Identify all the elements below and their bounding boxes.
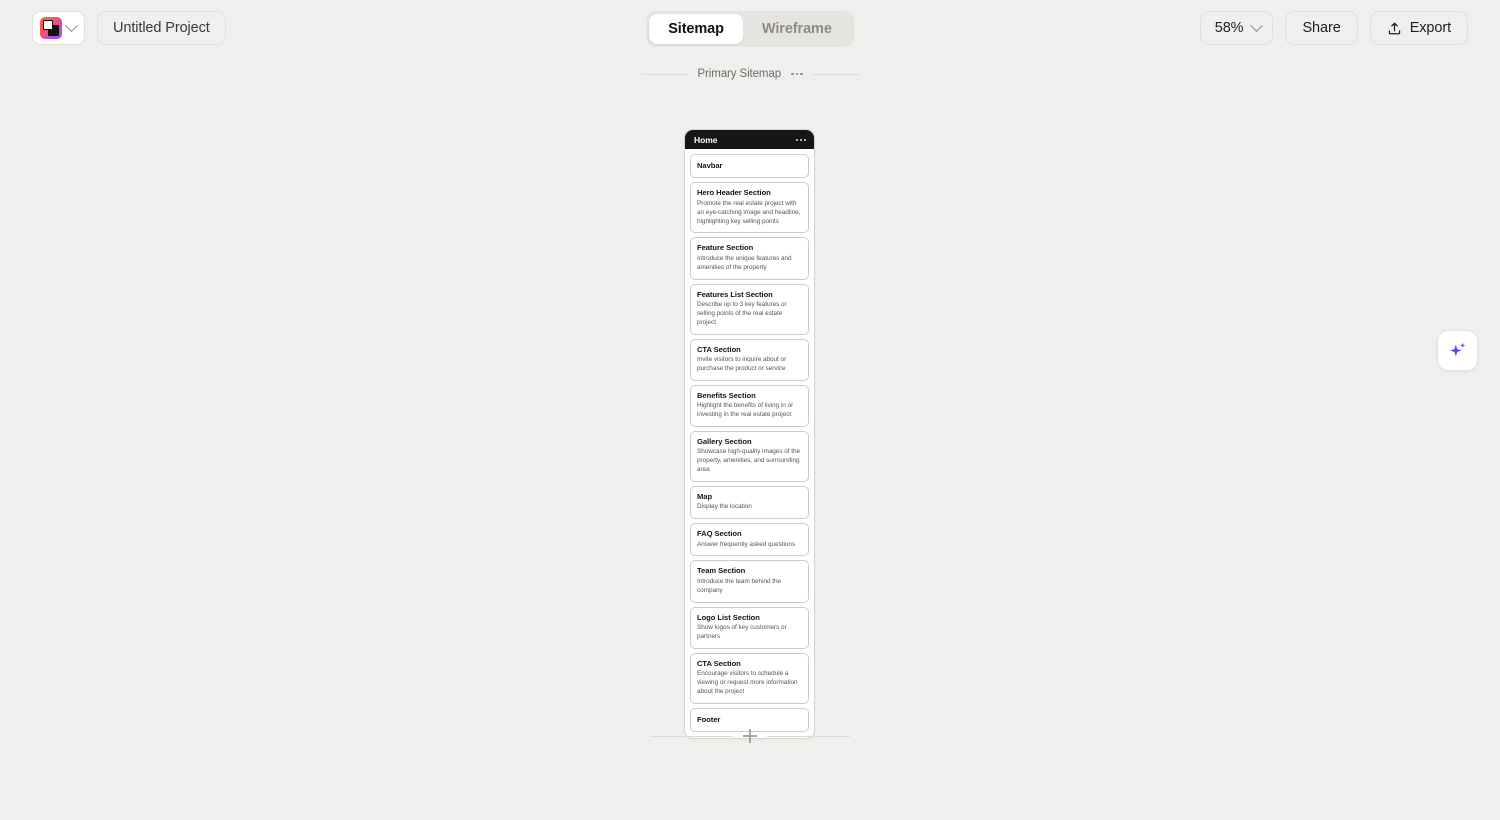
section-card-description: Describe up to 3 key features or selling…: [697, 301, 787, 326]
section-card[interactable]: FAQ Section Answer frequently asked quest…: [690, 523, 809, 557]
section-card[interactable]: CTA Section Invite visitors to inquire ab…: [690, 338, 809, 381]
section-card-description: Show logos of key customers or partners: [697, 624, 787, 640]
section-card[interactable]: Benefits Section Highlight the benefits o…: [690, 384, 809, 427]
divider-left: [641, 73, 688, 75]
page-card-home[interactable]: Home Navbar Hero Header Section Promote th…: [684, 129, 815, 740]
section-card[interactable]: Hero Header Section Promote the real esta…: [690, 182, 809, 234]
tab-sitemap-label: Sitemap: [668, 21, 724, 37]
section-card-title: Logo List Section: [697, 612, 760, 622]
more-horizontal-icon[interactable]: [796, 137, 806, 143]
section-card-description: Answer frequently asked questions: [697, 540, 796, 548]
section-card-title: Map: [697, 491, 713, 501]
view-mode-switch: Sitemap Wireframe: [646, 11, 854, 47]
plus-icon[interactable]: [743, 729, 757, 743]
section-card-title: Gallery Section: [697, 436, 752, 446]
more-horizontal-icon[interactable]: [791, 71, 803, 78]
ai-assistant-button[interactable]: [1437, 330, 1478, 371]
chevron-down-icon: [1250, 18, 1264, 32]
section-card-title: Team Section: [697, 566, 746, 576]
section-card-description: Encourage visitors to schedule a viewing…: [697, 670, 798, 695]
tab-sitemap[interactable]: Sitemap: [649, 14, 743, 44]
divider-left: [650, 735, 733, 737]
page-card-header[interactable]: Home: [685, 130, 814, 149]
section-card-title: FAQ Section: [697, 529, 742, 539]
add-page-row: [650, 729, 850, 743]
section-card[interactable]: Logo List Section Show logos of key custo…: [690, 606, 809, 649]
export-button[interactable]: Export: [1369, 11, 1468, 45]
project-name-label: Untitled Project: [113, 20, 210, 36]
section-card-title: Feature Section: [697, 243, 754, 253]
brand-menu-button[interactable]: [32, 11, 85, 45]
zoom-level-label: 58%: [1214, 20, 1244, 36]
divider-right: [767, 735, 850, 737]
project-name-field[interactable]: Untitled Project: [97, 11, 226, 45]
toolbar-right-group: 58% Share Export: [1199, 11, 1468, 45]
section-card-description: Introduce the unique features and amenit…: [697, 254, 792, 271]
sitemap-group-title: Primary Sitemap: [697, 68, 782, 80]
section-card-description: Invite visitors to inquire about or purc…: [697, 356, 787, 372]
chevron-down-icon: [65, 18, 78, 32]
divider-right: [812, 73, 859, 75]
tab-wireframe[interactable]: Wireframe: [743, 14, 851, 44]
export-button-label: Export: [1409, 20, 1451, 36]
section-card-title: CTA Section: [697, 658, 741, 668]
section-card[interactable]: Feature Section Introduce the unique feat…: [690, 237, 809, 280]
section-card-description: Display the location: [697, 503, 752, 511]
section-card-title: Navbar: [697, 161, 723, 170]
section-card-description: Introduce the team behind the company: [697, 577, 782, 594]
page-section-list: Navbar Hero Header Section Promote the rea…: [685, 149, 814, 738]
share-button[interactable]: Share: [1285, 11, 1358, 45]
share-button-label: Share: [1302, 20, 1341, 36]
section-card-title: Features List Section: [697, 289, 773, 299]
zoom-level-dropdown[interactable]: 58%: [1199, 11, 1274, 45]
section-card-title: CTA Section: [697, 344, 741, 354]
toolbar-left-group: Untitled Project: [32, 11, 226, 45]
sparkles-icon: [1449, 342, 1465, 356]
section-card-title: Footer: [697, 714, 721, 724]
page-card-title: Home: [694, 134, 718, 145]
top-toolbar: Untitled Project Sitemap Wireframe 58% S…: [0, 0, 1500, 57]
app-logo-icon: [40, 17, 62, 39]
upload-icon: [1388, 22, 1400, 34]
section-card[interactable]: CTA Section Encourage visitors to schedul…: [690, 652, 809, 704]
section-card-title: Hero Header Section: [697, 188, 771, 198]
section-card[interactable]: Team Section Introduce the team behind th…: [690, 560, 809, 603]
section-card-description: Showcase high-quality images of the prop…: [697, 448, 801, 473]
section-card-description: Highlight the benefits of living in or i…: [697, 402, 794, 419]
sitemap-group-header: Primary Sitemap: [641, 68, 859, 80]
section-card[interactable]: Map Display the location: [690, 485, 809, 520]
tab-wireframe-label: Wireframe: [761, 21, 832, 37]
section-card-title: Benefits Section: [697, 390, 756, 400]
section-card[interactable]: Navbar: [690, 154, 809, 179]
section-card[interactable]: Gallery Section Showcase high-quality ima…: [690, 430, 809, 482]
section-card-description: Promote the real estate project with an …: [697, 199, 801, 225]
sitemap-canvas[interactable]: Primary Sitemap Home Navbar Hero Header S…: [0, 57, 1500, 820]
section-card[interactable]: Features List Section Describe up to 3 ke…: [690, 283, 809, 335]
